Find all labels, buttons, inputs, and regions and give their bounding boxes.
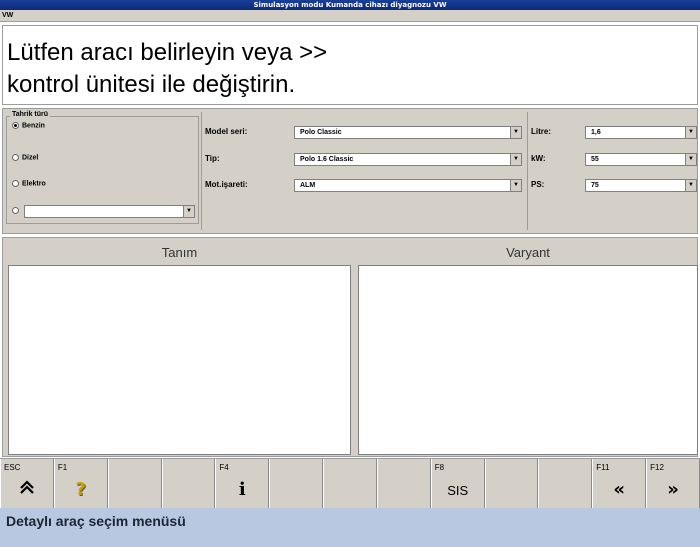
fkey-f11[interactable]: F11 « <box>592 459 647 508</box>
model-series-combo[interactable]: Polo Classic ▼ <box>294 126 522 139</box>
type-label: Tip: <box>205 154 220 163</box>
brand-label: VW <box>0 10 700 22</box>
ps-value: 75 <box>591 182 599 189</box>
fkey-empty[interactable] <box>323 459 377 508</box>
radio-icon <box>12 207 19 214</box>
fkey-label: F12 <box>650 463 664 472</box>
kw-label: kW: <box>531 154 546 163</box>
radio-benzin-label: Benzin <box>22 122 45 130</box>
ps-label: PS: <box>531 180 545 189</box>
instruction-line-2: kontrol ünitesi ile değiştirin. <box>7 71 296 98</box>
fkey-label: ESC <box>4 463 21 472</box>
radio-elektro-label: Elektro <box>22 180 46 188</box>
radio-selected-icon <box>12 122 19 129</box>
radio-icon <box>12 180 19 187</box>
kw-combo[interactable]: 55 ▼ <box>585 153 697 166</box>
caption: Detaylı araç seçim menüsü <box>0 508 700 547</box>
kw-value: 55 <box>591 156 599 163</box>
litre-label: Litre: <box>531 127 551 136</box>
type-combo[interactable]: Polo 1.6 Classic ▼ <box>294 153 522 166</box>
litre-combo[interactable]: 1,6 ▼ <box>585 126 697 139</box>
variant-list[interactable] <box>358 265 698 455</box>
radio-dizel[interactable]: Dizel <box>12 154 38 161</box>
dropdown-arrow-icon[interactable]: ▼ <box>510 127 521 138</box>
fkey-f1[interactable]: F1 ? <box>53 459 108 508</box>
type-value: Polo 1.6 Classic <box>300 156 354 163</box>
dropdown-arrow-icon[interactable]: ▼ <box>685 154 696 165</box>
divider <box>527 112 528 230</box>
fkey-empty[interactable] <box>376 459 431 508</box>
fkey-label: F1 <box>57 463 68 472</box>
model-series-value: Polo Classic <box>300 129 342 136</box>
radio-dizel-label: Dizel <box>22 154 39 162</box>
fkey-empty[interactable] <box>538 459 593 508</box>
radio-benzin[interactable]: Benzin <box>12 122 45 129</box>
fkey-label: F4 <box>219 463 229 472</box>
dropdown-arrow-icon[interactable]: ▼ <box>510 154 521 165</box>
divider <box>201 112 202 230</box>
window-title: Simulasyon modu Kumanda cihazı diyagnozu… <box>0 0 700 10</box>
radio-custom[interactable] <box>12 207 22 214</box>
fkey-empty[interactable] <box>269 459 324 508</box>
fkey-label: F11 <box>596 463 610 472</box>
custom-drive-combo[interactable]: ▼ <box>24 205 195 218</box>
help-icon: ? <box>75 479 86 500</box>
drive-type-title: Tahrik türü <box>10 111 51 118</box>
forward-arrows-icon: » <box>667 479 679 500</box>
column-header-tanim: Tanım <box>161 245 198 260</box>
radio-elektro[interactable]: Elektro <box>12 180 46 187</box>
fkey-empty[interactable] <box>161 459 216 508</box>
engine-code-value: ALM <box>300 182 316 189</box>
engine-code-combo[interactable]: ALM ▼ <box>294 179 522 192</box>
fkey-f8[interactable]: F8 SIS <box>430 459 485 508</box>
litre-value: 1,6 <box>591 129 601 136</box>
dropdown-arrow-icon[interactable]: ▼ <box>183 206 194 217</box>
dropdown-arrow-icon[interactable]: ▼ <box>685 180 696 191</box>
instruction-line-1: Lütfen aracı belirleyin veya >> <box>7 39 328 66</box>
info-icon: i <box>238 479 246 500</box>
fkey-empty[interactable] <box>107 459 162 508</box>
double-up-arrow-icon <box>1 479 53 500</box>
fkey-label: F8 <box>434 463 445 472</box>
fkey-f12[interactable]: F12 » <box>646 459 700 508</box>
engine-code-label: Mot.işareti: <box>205 180 248 189</box>
fkey-empty[interactable] <box>484 459 539 508</box>
dropdown-arrow-icon[interactable]: ▼ <box>685 127 696 138</box>
sis-label: SIS <box>447 483 469 498</box>
fkey-esc[interactable]: ESC <box>0 459 54 508</box>
function-key-bar: ESC F1 ? F4 i F8 SIS F11 « F12 » <box>0 458 700 508</box>
ps-combo[interactable]: 75 ▼ <box>585 179 697 192</box>
dropdown-arrow-icon[interactable]: ▼ <box>510 180 521 191</box>
fkey-f4[interactable]: F4 i <box>215 459 270 508</box>
radio-icon <box>12 154 19 161</box>
back-arrows-icon: « <box>613 479 626 500</box>
description-list[interactable] <box>8 265 351 455</box>
instruction-panel: Lütfen aracı belirleyin veya >> kontrol … <box>2 25 698 105</box>
column-header-varyant: Varyant <box>506 245 550 260</box>
model-series-label: Model seri: <box>205 127 248 136</box>
